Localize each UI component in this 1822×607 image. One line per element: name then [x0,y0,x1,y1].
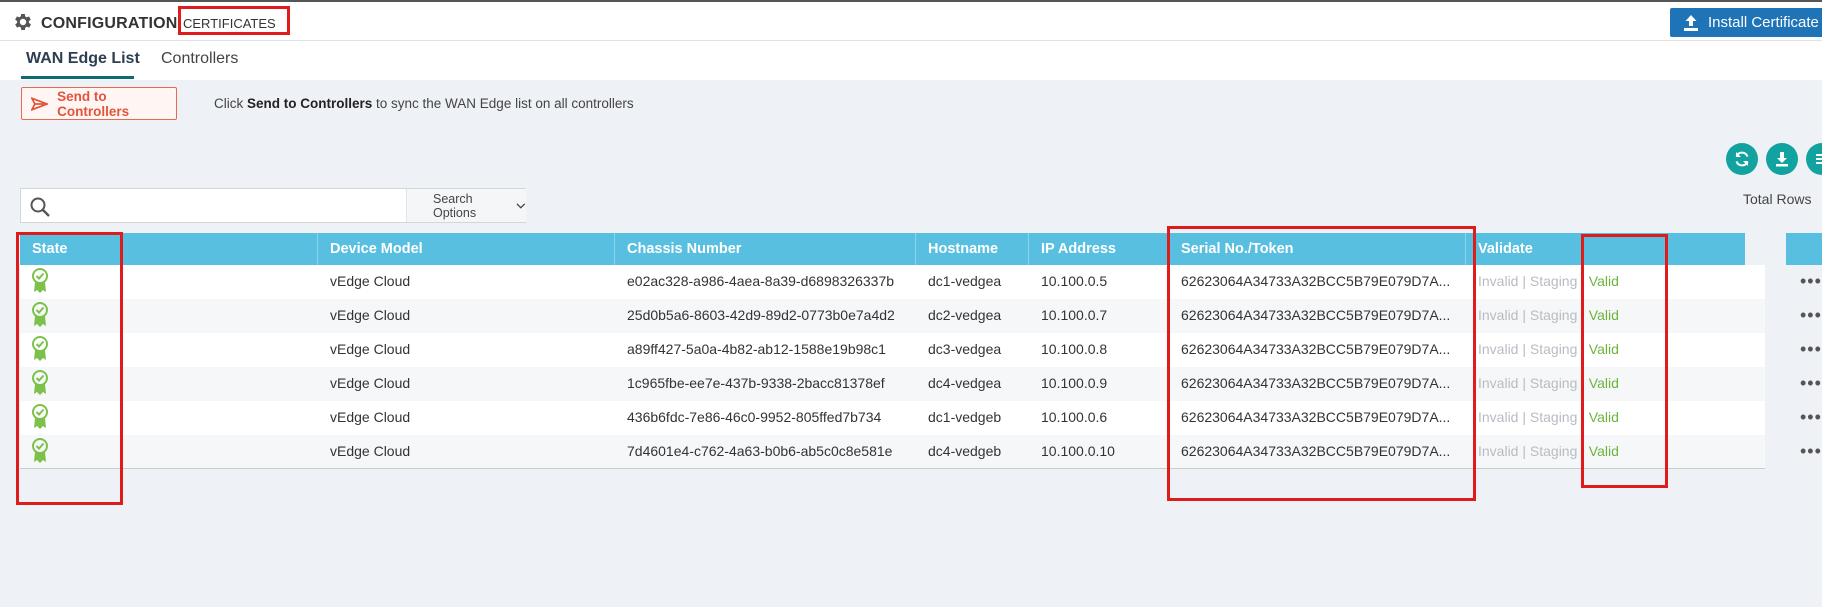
table-row[interactable]: vEdge Cloud 436b6fdc-7e86-46c0-9952-805ff… [20,401,1765,435]
valid-column-highlight-box [1581,234,1668,488]
row-ip-address: 10.100.0.6 [1041,409,1108,425]
separator: | [1518,307,1530,323]
row-device-model: vEdge Cloud [330,375,411,391]
row-more-actions-icon[interactable]: ••• [1800,271,1822,292]
row-hostname: dc3-vedgea [928,341,1002,357]
table-settings-button[interactable] [1806,143,1822,175]
row-hostname: dc1-vedgeb [928,409,1002,425]
download-icon [1776,152,1788,167]
validate-invalid-option[interactable]: Invalid [1478,375,1518,391]
validate-invalid-option[interactable]: Invalid [1478,443,1518,459]
send-to-controllers-button[interactable]: Send to Controllers [21,87,177,120]
separator: | [1518,443,1530,459]
separator: | [1518,341,1530,357]
search-options-dropdown[interactable]: Search Options [406,189,526,222]
header-gap [1745,233,1766,265]
row-hostname: dc2-vedgea [928,307,1002,323]
upload-icon [1684,14,1698,31]
page-title: CONFIGURATION [41,15,178,32]
tab-controllers[interactable]: Controllers [161,50,238,68]
subtitle-highlight-box [178,6,290,35]
row-ip-address: 10.100.0.8 [1041,341,1108,357]
send-to-controllers-label: Send to Controllers [57,88,130,119]
table-bottom-border [20,468,1765,469]
column-header-hostname[interactable]: Hostname [916,233,1029,265]
row-more-actions-icon[interactable]: ••• [1800,373,1822,394]
gear-icon [15,14,31,30]
row-device-model: vEdge Cloud [330,443,411,459]
validate-invalid-option[interactable]: Invalid [1478,273,1518,289]
row-hostname: dc4-vedgeb [928,443,1002,459]
row-device-model: vEdge Cloud [330,409,411,425]
refresh-icon [1735,151,1749,167]
validate-invalid-option[interactable]: Invalid [1478,409,1518,425]
row-chassis-number: a89ff427-5a0a-4b82-ab12-1588e19b98c1 [627,341,886,357]
validate-staging-option[interactable]: Staging [1530,409,1577,425]
table-row[interactable]: vEdge Cloud e02ac328-a986-4aea-8a39-d6898… [20,265,1765,299]
tab-bar: WAN Edge List Controllers [0,41,1822,80]
row-more-actions-icon[interactable]: ••• [1800,441,1822,462]
row-more-actions-icon[interactable]: ••• [1800,305,1822,326]
validate-staging-option[interactable]: Staging [1530,443,1577,459]
separator: | [1518,273,1530,289]
row-device-model: vEdge Cloud [330,341,411,357]
column-header-actions [1786,233,1822,265]
row-hostname: dc4-vedgea [928,375,1002,391]
row-ip-address: 10.100.0.10 [1041,443,1115,459]
column-header-chassis-number[interactable]: Chassis Number [615,233,916,265]
table-row[interactable]: vEdge Cloud a89ff427-5a0a-4b82-ab12-1588e… [20,333,1765,367]
sync-hint-text: Click Send to Controllers to sync the WA… [214,96,634,111]
validate-staging-option[interactable]: Staging [1530,375,1577,391]
menu-icon [1816,154,1822,164]
column-header-ip-address[interactable]: IP Address [1029,233,1169,265]
search-icon [30,197,50,217]
validate-invalid-option[interactable]: Invalid [1478,307,1518,323]
validate-invalid-option[interactable]: Invalid [1478,341,1518,357]
row-chassis-number: 436b6fdc-7e86-46c0-9952-805ffed7b734 [627,409,882,425]
separator: | [1518,375,1530,391]
row-chassis-number: 25d0b5a6-8603-42d9-89d2-0773b0e7a4d2 [627,307,895,323]
refresh-button[interactable] [1726,143,1758,175]
tab-wan-edge-list[interactable]: WAN Edge List [26,50,140,68]
search-options-label: Search Options [433,191,477,220]
row-more-actions-icon[interactable]: ••• [1800,407,1822,428]
row-ip-address: 10.100.0.9 [1041,375,1108,391]
row-hostname: dc1-vedgea [928,273,1002,289]
send-icon [31,96,49,111]
validate-staging-option[interactable]: Staging [1530,307,1577,323]
search-bar: Search Options [20,188,526,223]
serial-column-highlight-box [1167,226,1476,501]
total-rows-label: Total Rows [1743,191,1812,207]
chevron-down-icon [516,202,526,209]
search-input[interactable] [59,193,419,219]
validate-staging-option[interactable]: Staging [1530,273,1577,289]
state-column-highlight-box [16,232,123,505]
table-row[interactable]: vEdge Cloud 1c965fbe-ee7e-437b-9338-2bacc… [20,367,1765,401]
row-chassis-number: 1c965fbe-ee7e-437b-9338-2bacc81378ef [627,375,885,391]
validate-staging-option[interactable]: Staging [1530,341,1577,357]
separator: | [1518,409,1530,425]
download-button[interactable] [1766,143,1798,175]
row-ip-address: 10.100.0.5 [1041,273,1108,289]
row-device-model: vEdge Cloud [330,307,411,323]
row-ip-address: 10.100.0.7 [1041,307,1108,323]
row-more-actions-icon[interactable]: ••• [1800,339,1822,360]
action-toolbar: Send to Controllers Click Send to Contro… [0,80,1822,130]
row-device-model: vEdge Cloud [330,273,411,289]
install-certificate-label: Install Certificate [1708,14,1819,31]
active-tab-indicator [21,76,134,79]
column-header-device-model[interactable]: Device Model [318,233,615,265]
row-chassis-number: 7d4601e4-c762-4a63-b0b6-ab5c0c8e581e [627,443,893,459]
install-certificate-button[interactable]: Install Certificate [1670,8,1822,37]
row-chassis-number: e02ac328-a986-4aea-8a39-d6898326337b [627,273,895,289]
table-row[interactable]: vEdge Cloud 7d4601e4-c762-4a63-b0b6-ab5c0… [20,435,1765,469]
table-row[interactable]: vEdge Cloud 25d0b5a6-8603-42d9-89d2-0773b… [20,299,1765,333]
